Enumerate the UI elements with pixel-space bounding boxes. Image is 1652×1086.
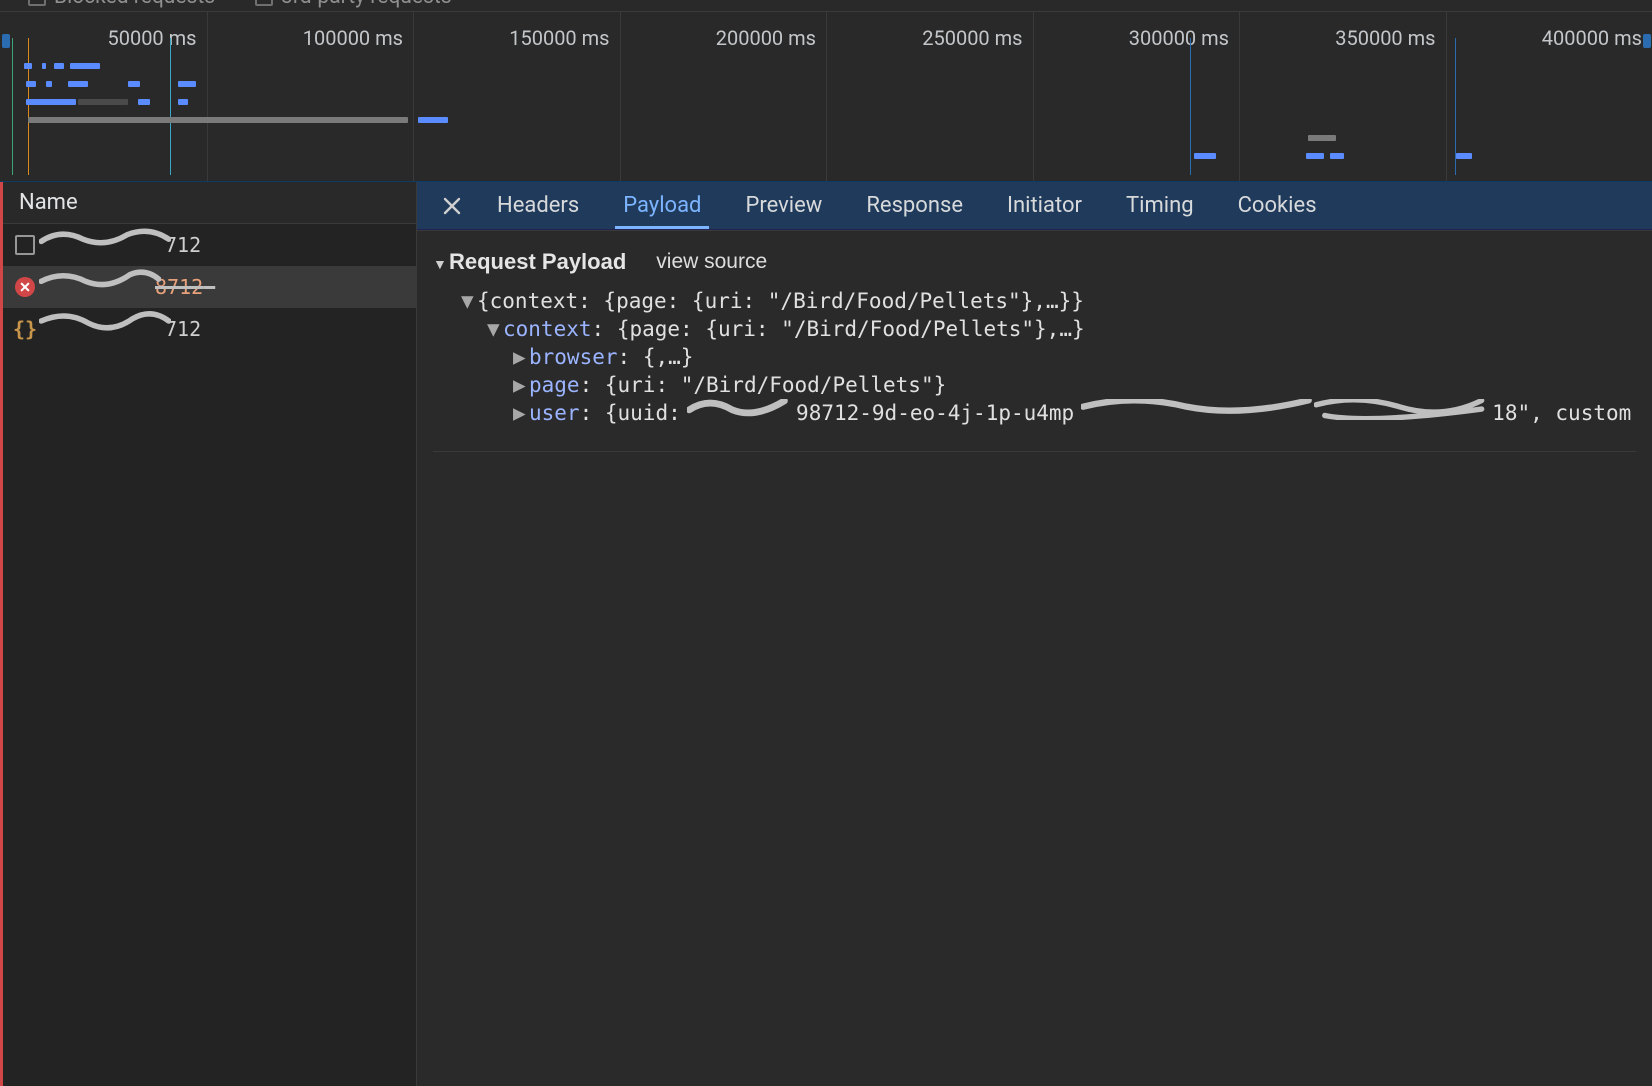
section-toggle[interactable]: ▼Request Payload <box>433 249 626 275</box>
payload-body: ▼Request Payload view source ▼{context: … <box>417 230 1652 1086</box>
request-list-header[interactable]: Name <box>3 182 416 224</box>
request-row[interactable]: 8712 <box>3 266 416 308</box>
document-icon <box>15 235 35 255</box>
request-details: Headers Payload Preview Response Initiat… <box>417 182 1652 1086</box>
tab-cookies[interactable]: Cookies <box>1216 182 1339 229</box>
tab-timing[interactable]: Timing <box>1104 182 1216 229</box>
details-tabs: Headers Payload Preview Response Initiat… <box>417 182 1652 230</box>
checkbox-icon[interactable] <box>255 0 273 6</box>
json-icon: {} <box>15 319 35 339</box>
request-name: 8712 <box>45 275 215 299</box>
request-row[interactable]: {} 712 <box>3 308 416 350</box>
thirdparty-requests-filter[interactable]: 3rd-party requests <box>255 0 451 9</box>
payload-tree-row[interactable]: ▶page: {uri: "/Bird/Food/Pellets"} <box>433 371 1636 399</box>
tab-preview[interactable]: Preview <box>723 182 844 229</box>
timeline-tick: 200000 ms <box>716 26 816 50</box>
chevron-down-icon[interactable]: ▼ <box>461 289 477 313</box>
tab-initiator[interactable]: Initiator <box>985 182 1104 229</box>
checkbox-icon[interactable] <box>28 0 46 6</box>
chevron-down-icon[interactable]: ▼ <box>487 317 503 341</box>
section-divider <box>433 451 1636 452</box>
tab-headers[interactable]: Headers <box>475 182 601 229</box>
timeline-tick: 250000 ms <box>922 26 1022 50</box>
timeline-tick: 350000 ms <box>1335 26 1435 50</box>
request-list: Name 712 8712 {} <box>3 182 417 1086</box>
payload-tree-row[interactable]: ▼context: {page: {uri: "/Bird/Food/Pelle… <box>433 315 1636 343</box>
error-icon <box>15 277 35 297</box>
blocked-requests-filter[interactable]: Blocked requests <box>28 0 215 9</box>
section-title: Request Payload <box>449 249 626 274</box>
request-name: 712 <box>45 233 213 257</box>
view-source-link[interactable]: view source <box>656 250 767 274</box>
timeline-rows <box>8 60 1644 169</box>
payload-tree-row[interactable]: ▶user: {uuid: 98712-9d-eo-4j-1p-u4mp 18"… <box>433 399 1636 427</box>
chevron-right-icon[interactable]: ▶ <box>513 345 529 369</box>
request-row[interactable]: 712 <box>3 224 416 266</box>
timeline-tick: 50000 ms <box>107 26 196 50</box>
chevron-right-icon[interactable]: ▶ <box>513 373 529 397</box>
tab-response[interactable]: Response <box>844 182 985 229</box>
timeline-tick: 150000 ms <box>509 26 609 50</box>
request-name: 712 <box>45 317 213 341</box>
chevron-right-icon[interactable]: ▶ <box>513 401 529 425</box>
timeline-tick: 400000 ms <box>1542 26 1642 50</box>
payload-tree-row[interactable]: ▶browser: {,…} <box>433 343 1636 371</box>
timeline-tick: 100000 ms <box>303 26 403 50</box>
tab-payload[interactable]: Payload <box>601 182 723 229</box>
close-icon[interactable] <box>429 182 475 229</box>
network-timeline[interactable]: 50000 ms 100000 ms 150000 ms 200000 ms 2… <box>0 12 1652 182</box>
network-filter-row: Blocked requests 3rd-party requests <box>0 0 1652 12</box>
timeline-tick: 300000 ms <box>1129 26 1229 50</box>
payload-tree-row[interactable]: ▼{context: {page: {uri: "/Bird/Food/Pell… <box>433 287 1636 315</box>
